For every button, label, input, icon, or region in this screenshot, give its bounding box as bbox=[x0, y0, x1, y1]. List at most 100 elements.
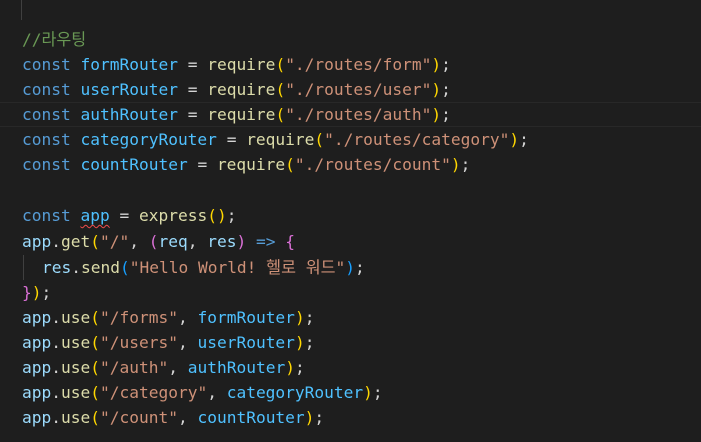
bracket: ) bbox=[31, 283, 42, 302]
app-object: app bbox=[22, 383, 52, 402]
operator: = bbox=[187, 80, 198, 99]
bracket: ) bbox=[363, 383, 373, 402]
code-line-use-category[interactable]: app.use("/category", categoryRouter); bbox=[22, 380, 383, 405]
string-literal: "/users" bbox=[100, 333, 178, 352]
code-line-use-count[interactable]: app.use("/count", countRouter); bbox=[22, 405, 324, 430]
semicolon: ; bbox=[372, 383, 383, 402]
router-variable: formRouter bbox=[197, 308, 295, 327]
bracket: ) bbox=[431, 80, 442, 99]
router-variable: categoryRouter bbox=[80, 130, 217, 149]
string-literal: "/count" bbox=[100, 408, 178, 427]
router-variable: countRouter bbox=[80, 155, 188, 174]
code-line-require-form[interactable]: const formRouter = require("./routes/for… bbox=[22, 52, 451, 77]
bracket: ( bbox=[275, 55, 286, 74]
code-line-comment[interactable]: //라우팅 bbox=[22, 27, 86, 52]
string-literal: "/category" bbox=[100, 383, 208, 402]
string-literal: "/" bbox=[100, 232, 130, 251]
dot: . bbox=[51, 232, 61, 251]
app-variable: app bbox=[80, 206, 110, 225]
semicolon: ; bbox=[314, 408, 325, 427]
method-name: use bbox=[61, 358, 91, 377]
code-line-use-users[interactable]: app.use("/users", userRouter); bbox=[22, 330, 314, 355]
semicolon: ; bbox=[226, 206, 237, 225]
comma: , bbox=[177, 333, 198, 352]
bracket: ( bbox=[90, 408, 100, 427]
code-line-app-get[interactable]: app.get("/", (req, res) => { bbox=[22, 229, 295, 254]
bracket: ( bbox=[90, 308, 100, 327]
bracket: ( bbox=[275, 105, 286, 124]
parameter: res bbox=[207, 232, 237, 251]
keyword: const bbox=[22, 105, 71, 124]
code-line-use-forms[interactable]: app.use("/forms", formRouter); bbox=[22, 305, 314, 330]
bracket: ( bbox=[285, 155, 295, 174]
code-line-block-close[interactable]: }); bbox=[22, 280, 51, 305]
bracket: { bbox=[285, 232, 295, 251]
code-line-require-auth[interactable]: const authRouter = require("./routes/aut… bbox=[22, 102, 451, 127]
app-object: app bbox=[22, 232, 52, 251]
dot: . bbox=[71, 258, 81, 277]
code-line-require-count[interactable]: const countRouter = require("./routes/co… bbox=[22, 152, 470, 177]
function-name: require bbox=[207, 105, 276, 124]
function-name: express bbox=[138, 206, 208, 225]
method-name: use bbox=[61, 383, 91, 402]
string-literal: "./routes/category" bbox=[324, 130, 510, 149]
operator: = bbox=[187, 105, 198, 124]
string-literal: "./routes/auth" bbox=[285, 105, 432, 124]
comma: , bbox=[207, 383, 227, 402]
bracket: ) bbox=[294, 333, 305, 352]
string-literal: "./routes/user" bbox=[285, 80, 432, 99]
bracket: ) bbox=[345, 258, 355, 277]
app-object: app bbox=[22, 308, 52, 327]
bracket: ) bbox=[304, 408, 315, 427]
method-name: use bbox=[61, 408, 91, 427]
semicolon: ; bbox=[441, 105, 451, 124]
function-name: require bbox=[207, 80, 276, 99]
function-name: require bbox=[207, 55, 276, 74]
router-variable: formRouter bbox=[80, 55, 178, 74]
keyword: const bbox=[22, 80, 71, 99]
semicolon: ; bbox=[460, 155, 471, 174]
semicolon: ; bbox=[441, 80, 451, 99]
comma: , bbox=[187, 232, 208, 251]
router-variable: userRouter bbox=[197, 333, 295, 352]
string-literal: "./routes/count" bbox=[294, 155, 451, 174]
string-literal: "/forms" bbox=[100, 308, 178, 327]
bracket: } bbox=[22, 283, 32, 302]
string-literal: "./routes/form" bbox=[285, 55, 432, 74]
bracket: ) bbox=[236, 232, 247, 251]
bracket: ( bbox=[90, 358, 100, 377]
keyword: const bbox=[22, 155, 71, 174]
comma: , bbox=[177, 408, 198, 427]
bracket: ) bbox=[431, 105, 442, 124]
bracket: ( bbox=[148, 232, 159, 251]
keyword: const bbox=[22, 206, 71, 225]
bracket: ) bbox=[509, 130, 520, 149]
method-name: send bbox=[81, 258, 120, 277]
string-literal: "Hello World! 헬로 워드" bbox=[129, 258, 346, 277]
function-name: require bbox=[216, 155, 286, 174]
bracket: ) bbox=[294, 308, 305, 327]
code-line-require-user[interactable]: const userRouter = require("./routes/use… bbox=[22, 77, 451, 102]
res-object: res bbox=[42, 258, 72, 277]
method-name: use bbox=[61, 308, 91, 327]
string-literal: "/auth" bbox=[100, 358, 169, 377]
code-editor[interactable]: //라우팅 const formRouter = require("./rout… bbox=[0, 0, 701, 442]
method-name: get bbox=[61, 232, 91, 251]
semicolon: ; bbox=[355, 258, 365, 277]
comma: , bbox=[168, 358, 188, 377]
code-line-res-send[interactable]: res.send("Hello World! 헬로 워드"); bbox=[22, 255, 365, 280]
semicolon: ; bbox=[294, 358, 305, 377]
code-line-use-auth[interactable]: app.use("/auth", authRouter); bbox=[22, 355, 305, 380]
bracket: ( bbox=[275, 80, 286, 99]
semicolon: ; bbox=[304, 308, 315, 327]
keyword: const bbox=[22, 55, 71, 74]
code-line-app-declaration[interactable]: const app = express(); bbox=[22, 203, 236, 228]
operator: = bbox=[197, 155, 208, 174]
semicolon: ; bbox=[441, 55, 451, 74]
code-line-require-category[interactable]: const categoryRouter = require("./routes… bbox=[22, 127, 529, 152]
operator: = bbox=[187, 55, 198, 74]
bracket: () bbox=[207, 206, 227, 225]
parameter: req bbox=[158, 232, 188, 251]
comment-text: //라우팅 bbox=[22, 30, 87, 49]
comma: , bbox=[129, 232, 149, 251]
